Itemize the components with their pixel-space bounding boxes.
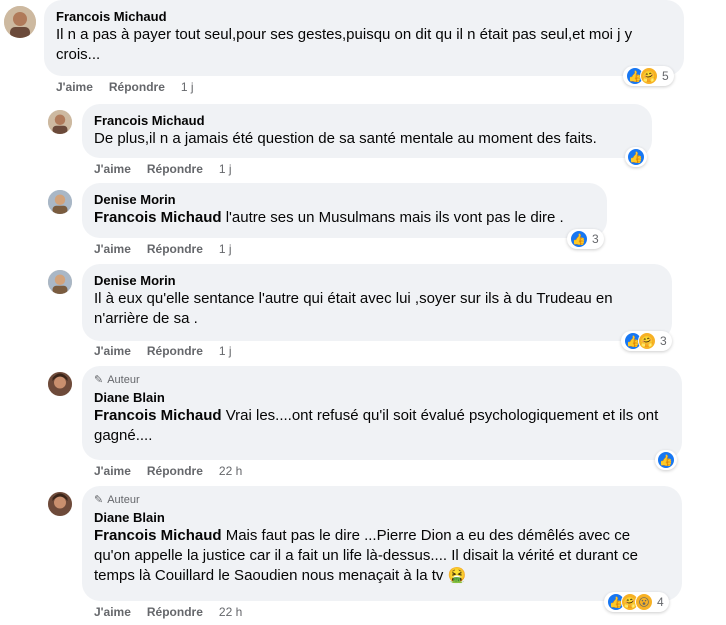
like-button[interactable]: J'aime <box>94 464 131 478</box>
mention-link[interactable]: Francois Michaud <box>94 209 222 226</box>
comment-text: Francois Michaud l'autre ses un Musulman… <box>94 208 595 228</box>
comment-text: De plus,il n a jamais été question de sa… <box>94 130 597 147</box>
comment-author[interactable]: Diane Blain <box>94 509 670 526</box>
author-badge-label: Auteur <box>107 374 140 386</box>
comment-timestamp[interactable]: 1 j <box>219 242 232 256</box>
like-button[interactable]: J'aime <box>94 242 131 256</box>
like-icon: 👍 <box>570 230 588 248</box>
comment-author[interactable]: Francois Michaud <box>94 112 640 129</box>
comment-timestamp[interactable]: 22 h <box>219 464 242 478</box>
comment-actions: J'aime Répondre 1 j <box>94 242 232 256</box>
reply-button[interactable]: Répondre <box>147 464 203 478</box>
comment-text: Il à eux qu'elle sentance l'autre qui ét… <box>94 290 613 327</box>
avatar[interactable] <box>48 492 72 516</box>
comment-actions: J'aime Répondre 22 h <box>94 464 242 478</box>
reactions-summary[interactable]: 👍 <box>625 147 647 167</box>
comment-author[interactable]: Diane Blain <box>94 389 670 406</box>
comment-actions: J'aime Répondre 1 j <box>94 162 232 176</box>
care-icon: 🤗 <box>638 332 656 350</box>
comment-bubble: ✎ Auteur Diane Blain Francois Michaud Vr… <box>82 366 682 460</box>
comment-text-body: l'autre ses un Musulmans mais ils vont p… <box>221 209 564 226</box>
comment-actions: J'aime Répondre 22 h <box>94 605 242 619</box>
comment-timestamp[interactable]: 1 j <box>219 162 232 176</box>
like-icon: 👍 <box>657 451 675 469</box>
mention-link[interactable]: Francois Michaud <box>94 527 222 544</box>
like-button[interactable]: J'aime <box>94 605 131 619</box>
reply-button[interactable]: Répondre <box>147 605 203 619</box>
comment-author[interactable]: Denise Morin <box>94 272 660 289</box>
avatar[interactable] <box>4 6 36 38</box>
mention-link[interactable]: Francois Michaud <box>94 407 222 424</box>
pencil-icon: ✎ <box>94 494 104 506</box>
reactions-summary[interactable]: 👍 🤗 😮 4 <box>604 592 669 612</box>
reactions-summary[interactable]: 👍 🤗 5 <box>623 66 674 86</box>
comment-bubble: Francois Michaud De plus,il n a jamais é… <box>82 104 652 158</box>
reactions-count: 3 <box>660 334 667 348</box>
pencil-icon: ✎ <box>94 374 104 386</box>
reactions-summary[interactable]: 👍 3 <box>567 229 604 249</box>
wow-icon: 😮 <box>635 593 653 611</box>
comment-actions: J'aime Répondre 1 j <box>94 344 232 358</box>
comment-timestamp[interactable]: 1 j <box>219 344 232 358</box>
comment-timestamp[interactable]: 1 j <box>181 80 194 94</box>
like-icon: 👍 <box>627 148 645 166</box>
author-badge: ✎ Auteur <box>94 373 670 387</box>
comment-author[interactable]: Denise Morin <box>94 191 595 208</box>
like-button[interactable]: J'aime <box>94 162 131 176</box>
avatar[interactable] <box>48 190 72 214</box>
like-button[interactable]: J'aime <box>56 80 93 94</box>
comment-bubble: ✎ Auteur Diane Blain Francois Michaud Ma… <box>82 486 682 601</box>
comment-bubble: Denise Morin Francois Michaud l'autre se… <box>82 183 607 238</box>
reactions-summary[interactable]: 👍 <box>655 450 677 470</box>
comment-text: Francois Michaud Mais faut pas le dire .… <box>94 526 670 586</box>
author-badge-label: Auteur <box>107 494 140 506</box>
reply-button[interactable]: Répondre <box>109 80 165 94</box>
comment-text: Francois Michaud Vrai les....ont refusé … <box>94 406 670 446</box>
reactions-count: 4 <box>657 595 664 609</box>
author-badge: ✎ Auteur <box>94 493 670 507</box>
comment-author[interactable]: Francois Michaud <box>56 8 672 25</box>
reply-button[interactable]: Répondre <box>147 344 203 358</box>
care-icon: 🤗 <box>640 67 658 85</box>
comment-actions: J'aime Répondre 1 j <box>56 80 194 94</box>
avatar[interactable] <box>48 270 72 294</box>
comment-bubble: Denise Morin Il à eux qu'elle sentance l… <box>82 264 672 341</box>
comment-timestamp[interactable]: 22 h <box>219 605 242 619</box>
avatar[interactable] <box>48 372 72 396</box>
reactions-summary[interactable]: 👍 🤗 3 <box>621 331 672 351</box>
reactions-count: 5 <box>662 69 669 83</box>
comment-text: Il n a pas à payer tout seul,pour ses ge… <box>56 26 633 63</box>
avatar[interactable] <box>48 110 72 134</box>
reactions-count: 3 <box>592 232 599 246</box>
reply-button[interactable]: Répondre <box>147 162 203 176</box>
reply-button[interactable]: Répondre <box>147 242 203 256</box>
comment-bubble: Francois Michaud Il n a pas à payer tout… <box>44 0 684 76</box>
like-button[interactable]: J'aime <box>94 344 131 358</box>
